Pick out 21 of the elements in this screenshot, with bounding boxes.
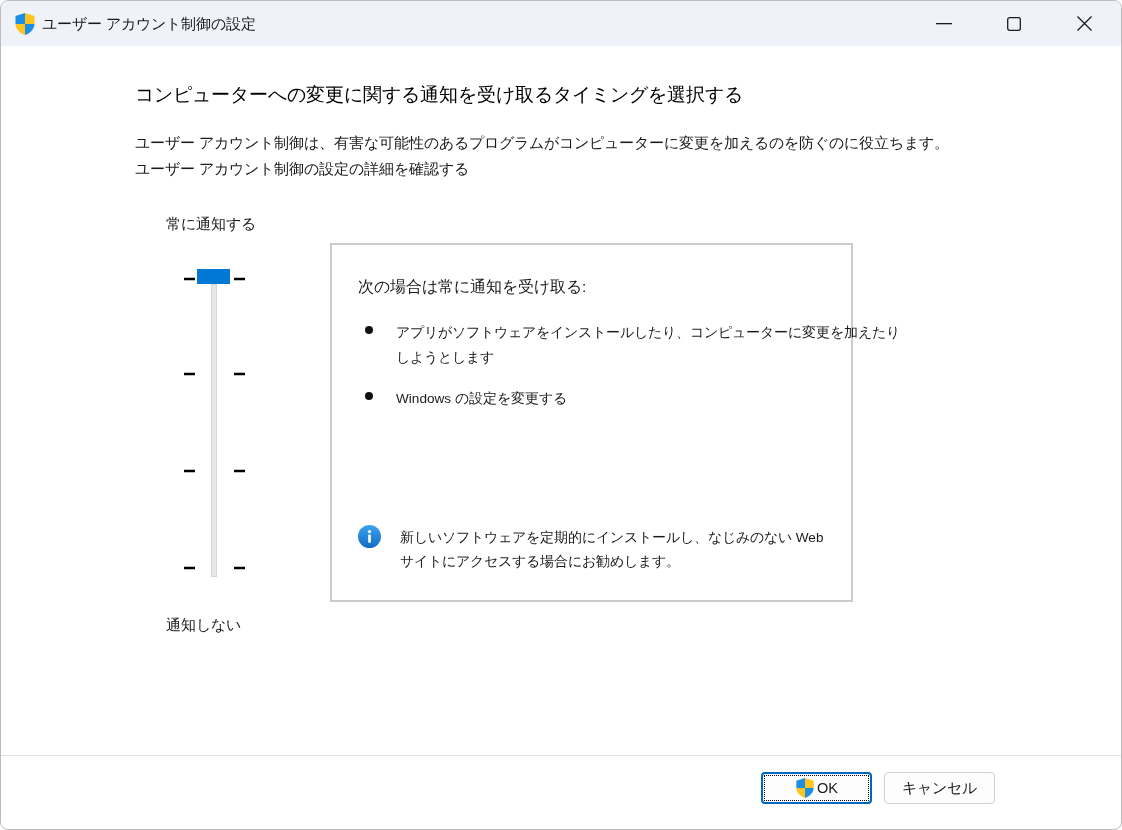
minimize-icon bbox=[936, 22, 952, 25]
window-title: ユーザー アカウント制御の設定 bbox=[42, 13, 257, 34]
description-text: ユーザー アカウント制御は、有害な可能性のあるプログラムがコンピューターに変更を加えるのを防ぐのに役立ちます。 bbox=[135, 134, 950, 153]
slider-bottom-label: 通知しない bbox=[166, 615, 241, 635]
panel-title: 次の場合は常に通知を受け取る: bbox=[358, 277, 587, 297]
close-icon bbox=[1076, 16, 1092, 31]
slider-thumb[interactable] bbox=[197, 269, 230, 284]
bullet-text: Windows の設定を変更する bbox=[396, 390, 567, 408]
page-heading: コンピューターへの変更に関する通知を受け取るタイミングを選択する bbox=[135, 83, 743, 107]
bullet-dot-icon bbox=[365, 326, 373, 334]
bullet-text: アプリがソフトウェアをインストールしたり、コンピューターに変更を加えたりしようとします bbox=[396, 324, 901, 367]
maximize-icon bbox=[1007, 16, 1021, 31]
slider-top-label: 常に通知する bbox=[166, 214, 256, 234]
shield-icon bbox=[14, 11, 36, 36]
dialog-button[interactable]: キャンセル bbox=[884, 772, 995, 804]
info-icon bbox=[358, 525, 381, 548]
details-link[interactable]: ユーザー アカウント制御の設定の詳細を確認する bbox=[135, 156, 470, 182]
dialog-button[interactable]: OK bbox=[761, 772, 872, 804]
shield-icon bbox=[795, 777, 815, 799]
bullet-dot-icon bbox=[365, 392, 373, 400]
note-text: 新しいソフトウェアを定期的にインストールし、なじみのない Web サイトにアクセスする場合にお勧めします。 bbox=[400, 529, 825, 571]
